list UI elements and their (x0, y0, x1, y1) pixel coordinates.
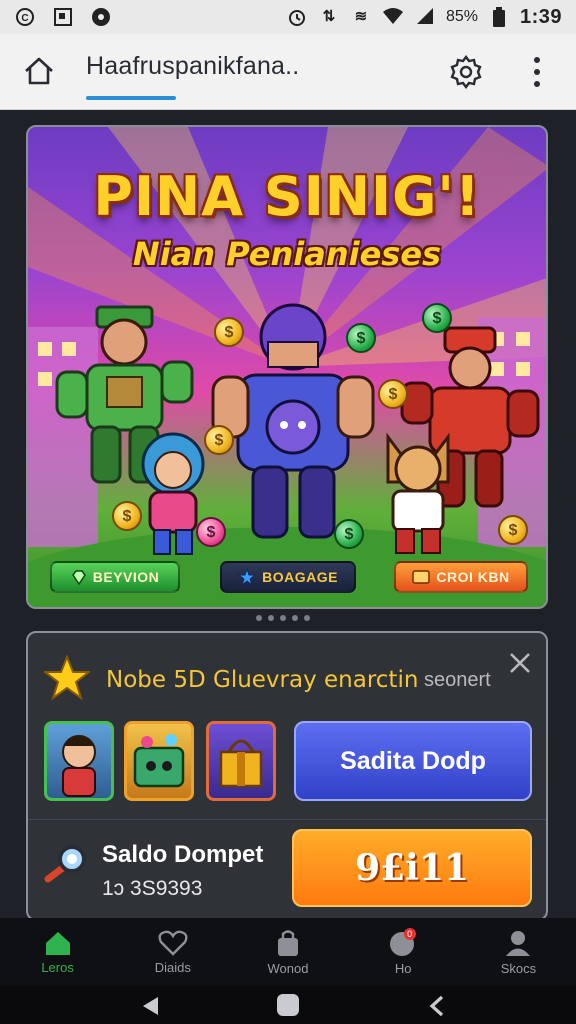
coin-icon: $ (422, 303, 452, 333)
character-thumbnail[interactable] (44, 721, 114, 801)
card-divider (28, 819, 546, 820)
coin-icon: $ (196, 517, 226, 547)
system-home-button[interactable] (277, 994, 299, 1016)
bag-icon (278, 929, 298, 956)
nav-item-favorites[interactable]: Diaids (115, 918, 230, 986)
notification-dot-icon (90, 7, 112, 27)
wallet-balance: 1ɔ 3S9393 (102, 877, 203, 900)
wifi-icon (382, 7, 404, 27)
clock: 1:39 (519, 5, 562, 28)
status-left-icons: C (14, 7, 112, 27)
page-title: Haafruspanikfana.. (86, 52, 300, 80)
nav-label: Skocs (500, 960, 537, 976)
banner-title: PINA SINIG'! (93, 165, 481, 228)
back-chevron-icon[interactable] (428, 995, 446, 1017)
gem-icon (71, 570, 86, 585)
banner-button-1-label: BEYVION (92, 569, 160, 585)
coin-icon: $ (112, 501, 142, 531)
nav-item-shop[interactable]: Wonod (230, 918, 345, 986)
more-vertical-icon (534, 57, 540, 87)
svg-text:C: C (21, 13, 28, 24)
person-icon (506, 930, 531, 956)
nav-item-messages[interactable]: 0 Ho (346, 918, 461, 986)
nav-label: Ho (394, 960, 412, 976)
giveaway-card: Nobe 5D Gluevray enarctin seonert Sadita… (26, 631, 548, 921)
coin-icon: $ (498, 515, 528, 545)
system-navigation-bar (0, 986, 576, 1024)
coin-icon: $ (334, 519, 364, 549)
gift-box-thumbnail[interactable] (206, 721, 276, 801)
wallet-action-button[interactable]: 9£i11 (292, 829, 532, 907)
signal-c-icon: C (14, 7, 36, 27)
giveaway-secondary-text: seonert (424, 669, 491, 691)
banner-button-3[interactable]: CROI KBN (394, 561, 528, 593)
home-icon (45, 931, 70, 955)
carousel-dot[interactable] (280, 615, 286, 621)
wallet-label: Saldo Dompet (102, 841, 264, 868)
home-button[interactable] (22, 54, 56, 88)
close-icon[interactable] (508, 651, 532, 675)
status-right-icons: ⇅ ≋ 85% 1:39 (286, 6, 562, 29)
status-bar: C ⇅ ≋ 85% 1:39 (0, 0, 576, 34)
banner-button-1[interactable]: BEYVION (50, 561, 180, 593)
notification-badge: 0 (403, 928, 416, 940)
home-icon (25, 57, 53, 85)
chest-thumbnail[interactable] (124, 721, 194, 801)
carousel-dot[interactable] (268, 615, 274, 621)
signal-icon (414, 7, 436, 27)
carousel-dot[interactable] (304, 615, 310, 621)
fox-kid-character (386, 432, 450, 554)
battery-icon (488, 7, 510, 27)
carousel-indicator[interactable] (256, 615, 310, 621)
banner-button-2[interactable]: BOAGAGE (220, 561, 356, 593)
coin-icon: $ (378, 379, 408, 409)
coin-icon: $ (346, 323, 376, 353)
data-icon: ⇅ (322, 8, 336, 25)
battery-text: 85% (445, 8, 478, 25)
carousel-dot[interactable] (256, 615, 262, 621)
carousel-dot[interactable] (292, 615, 298, 621)
title-underline (86, 96, 176, 100)
nav-label: Wonod (267, 960, 309, 976)
banner-subtitle: Nian Penianieses (132, 235, 442, 273)
screenshot-icon (52, 7, 74, 27)
alarm-icon (286, 7, 308, 27)
coin-icon: $ (204, 425, 234, 455)
banner-button-3-label: CROI KBN (436, 569, 510, 585)
giveaway-title: Nobe 5D Gluevray enarctin (106, 667, 419, 693)
back-triangle-icon[interactable] (140, 995, 160, 1017)
nav-label: Diaids (154, 959, 191, 975)
claim-button[interactable]: Sadita Dodp (294, 721, 532, 801)
promo-banner[interactable]: PINA SINIG'! Nian Penianieses $ $ $ $ $ … (26, 125, 548, 609)
nav-item-profile[interactable]: Skocs (461, 918, 576, 986)
gear-icon (450, 55, 482, 89)
ticket-icon (412, 570, 431, 584)
star-icon (238, 568, 257, 586)
app-bar: Haafruspanikfana.. (0, 34, 576, 110)
coin-icon: $ (214, 317, 244, 347)
nav-item-home[interactable]: Leros (0, 918, 115, 986)
vibrate-icon: ≋ (354, 8, 368, 25)
settings-button[interactable] (446, 52, 486, 92)
banner-button-2-label: BOAGAGE (262, 569, 338, 585)
more-options-button[interactable] (525, 54, 549, 90)
bottom-navigation: Leros Diaids Wonod 0 Ho Skocs (0, 918, 576, 986)
nav-label: Leros (41, 959, 74, 975)
magnifier-icon (44, 845, 86, 883)
heart-icon (158, 930, 188, 956)
star-icon (44, 655, 90, 701)
